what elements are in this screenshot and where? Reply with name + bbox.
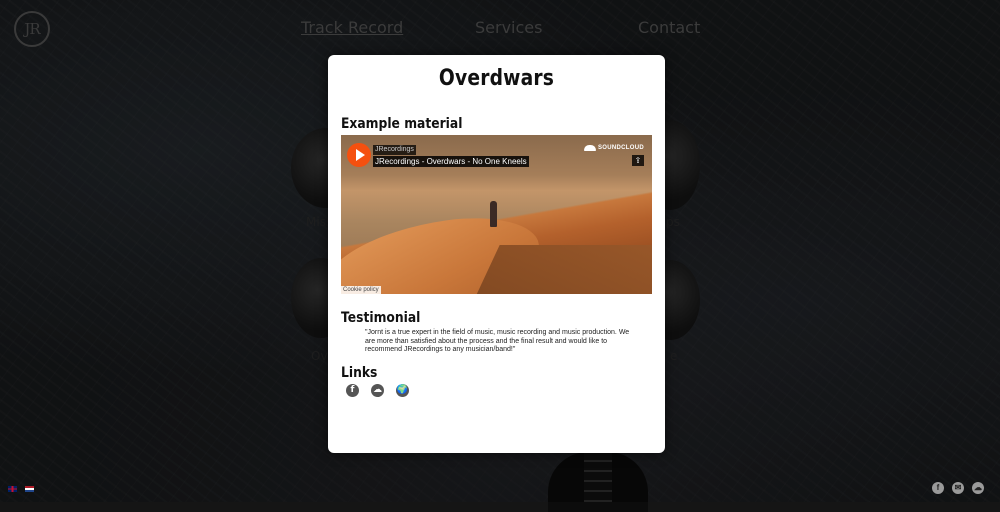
site-logo[interactable]: JR [14,11,50,47]
project-modal: Overdwars Example material JRecordings J… [328,55,665,453]
soundcloud-logo[interactable]: SOUNDCLOUD [584,145,644,151]
testimonial-heading: Testimonial [341,310,421,326]
nav-contact[interactable]: Contact [638,18,700,37]
testimonial-text: "Jornt is a true expert in the field of … [365,329,630,353]
soundcloud-player[interactable]: JRecordings JRecordings - Overdwars - No… [341,135,652,294]
mail-icon[interactable]: ✉ [952,482,964,494]
modal-title: Overdwars [438,66,555,91]
links-heading: Links [341,365,378,381]
soundcloud-icon[interactable]: ☁ [972,482,984,494]
website-icon[interactable]: 🌍 [396,384,409,397]
player-user-link[interactable]: JRecordings [373,145,416,155]
cookie-policy-link[interactable]: Cookie policy [341,286,381,294]
facebook-icon[interactable]: f [346,384,359,397]
artwork-figure [490,201,497,227]
share-button[interactable]: ⇪ [632,155,644,166]
language-flag-en[interactable] [8,486,17,492]
language-flag-nl[interactable] [25,486,34,492]
example-heading: Example material [341,116,463,132]
nav-services[interactable]: Services [475,18,542,37]
project-links: f ☁ 🌍 [346,384,409,397]
facebook-icon[interactable]: f [932,482,944,494]
nav-track-record[interactable]: Track Record [301,18,403,37]
soundcloud-icon [584,145,596,151]
soundcloud-icon[interactable]: ☁ [371,384,384,397]
player-track-link[interactable]: JRecordings - Overdwars - No One Kneels [373,156,529,167]
play-button[interactable] [347,143,371,167]
